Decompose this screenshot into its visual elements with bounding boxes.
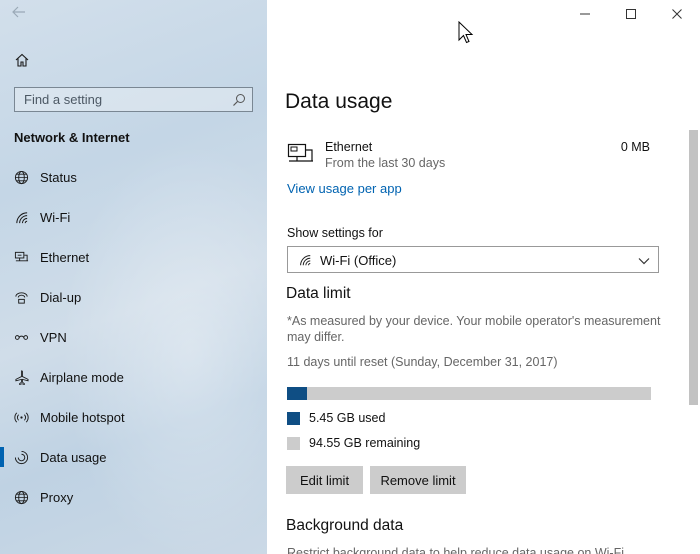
sidebar-item-label: VPN xyxy=(40,329,67,345)
dialup-icon xyxy=(13,289,29,305)
globe-icon xyxy=(13,169,29,185)
sidebar-item-label: Proxy xyxy=(40,489,74,505)
maximize-button[interactable] xyxy=(608,0,654,28)
sidebar-item-label: Airplane mode xyxy=(40,369,124,385)
sidebar-item-wifi[interactable]: Wi-Fi xyxy=(0,197,267,237)
reset-info: 11 days until reset (Sunday, December 31… xyxy=(287,355,558,369)
back-arrow-icon[interactable] xyxy=(12,5,32,21)
nav-list: Status Wi-Fi Ethernet Dial-up VPN Airpla… xyxy=(0,157,267,517)
show-settings-label: Show settings for xyxy=(287,226,383,240)
page-title: Data usage xyxy=(285,90,393,113)
sidebar: Network & Internet Status Wi-Fi Ethernet… xyxy=(0,0,267,554)
usage-period: From the last 30 days xyxy=(325,156,446,170)
remove-limit-button[interactable]: Remove limit xyxy=(370,466,466,494)
mouse-cursor-icon xyxy=(458,20,474,45)
sidebar-item-airplane-mode[interactable]: Airplane mode xyxy=(0,357,267,397)
wifi-icon xyxy=(13,209,29,225)
close-button[interactable] xyxy=(654,0,700,28)
sidebar-item-label: Dial-up xyxy=(40,289,82,305)
scroll-up-icon[interactable] xyxy=(689,122,697,134)
home-icon[interactable] xyxy=(14,52,30,68)
sidebar-item-label: Ethernet xyxy=(40,249,90,265)
sidebar-item-vpn[interactable]: VPN xyxy=(0,317,267,357)
usage-summary: Ethernet From the last 30 days 0 MB xyxy=(287,140,655,176)
search-input[interactable] xyxy=(15,88,252,111)
data-limit-heading: Data limit xyxy=(286,285,351,302)
sidebar-item-proxy[interactable]: Proxy xyxy=(0,477,267,517)
main-content: Data usage Ethernet From the last 30 day… xyxy=(267,0,700,554)
data-usage-progress-bar xyxy=(287,387,651,400)
network-select[interactable]: Wi-Fi (Office) xyxy=(287,246,659,273)
window-controls xyxy=(562,0,700,28)
measurement-note: *As measured by your device. Your mobile… xyxy=(287,314,661,344)
data-usage-progress-fill xyxy=(287,387,308,400)
ethernet-icon xyxy=(13,249,29,265)
wifi-icon xyxy=(298,253,312,267)
minimize-button[interactable] xyxy=(562,0,608,28)
remaining-label: 94.55 GB remaining xyxy=(309,436,421,450)
minimize-icon xyxy=(580,13,590,15)
airplane-icon xyxy=(13,369,29,385)
sidebar-item-label: Data usage xyxy=(40,449,107,465)
sidebar-item-label: Wi-Fi xyxy=(40,209,71,225)
maximize-icon xyxy=(626,9,636,19)
used-swatch xyxy=(287,411,300,425)
usage-amount: 0 MB xyxy=(620,140,650,154)
vpn-icon xyxy=(13,329,29,345)
section-title: Network & Internet xyxy=(14,130,130,145)
scrollbar-thumb[interactable] xyxy=(689,130,698,405)
usage-network-name: Ethernet xyxy=(325,140,373,154)
sidebar-item-label: Mobile hotspot xyxy=(40,409,125,425)
globe-icon xyxy=(13,489,29,505)
sidebar-item-mobile-hotspot[interactable]: Mobile hotspot xyxy=(0,397,267,437)
search-icon[interactable] xyxy=(232,93,246,107)
data-usage-icon xyxy=(13,449,29,465)
view-usage-per-app-link[interactable]: View usage per app xyxy=(287,181,402,196)
close-icon xyxy=(672,9,682,19)
search-box[interactable] xyxy=(14,87,253,112)
sidebar-item-label: Status xyxy=(40,169,77,185)
legend-used: 5.45 GB used xyxy=(287,411,385,425)
sidebar-item-dialup[interactable]: Dial-up xyxy=(0,277,267,317)
legend-remaining: 94.55 GB remaining xyxy=(287,436,420,450)
background-data-description: Restrict background data to help reduce … xyxy=(287,546,624,554)
chevron-down-icon xyxy=(638,254,650,266)
sidebar-item-status[interactable]: Status xyxy=(0,157,267,197)
scrollbar[interactable] xyxy=(686,120,700,554)
used-label: 5.45 GB used xyxy=(309,411,386,425)
network-select-value: Wi-Fi (Office) xyxy=(320,253,397,268)
sidebar-item-ethernet[interactable]: Ethernet xyxy=(0,237,267,277)
ethernet-icon xyxy=(287,143,315,165)
remaining-swatch xyxy=(287,436,300,450)
edit-limit-button[interactable]: Edit limit xyxy=(286,466,363,494)
hotspot-icon xyxy=(13,409,29,425)
sidebar-item-data-usage[interactable]: Data usage xyxy=(0,437,267,477)
background-data-heading: Background data xyxy=(286,517,404,534)
